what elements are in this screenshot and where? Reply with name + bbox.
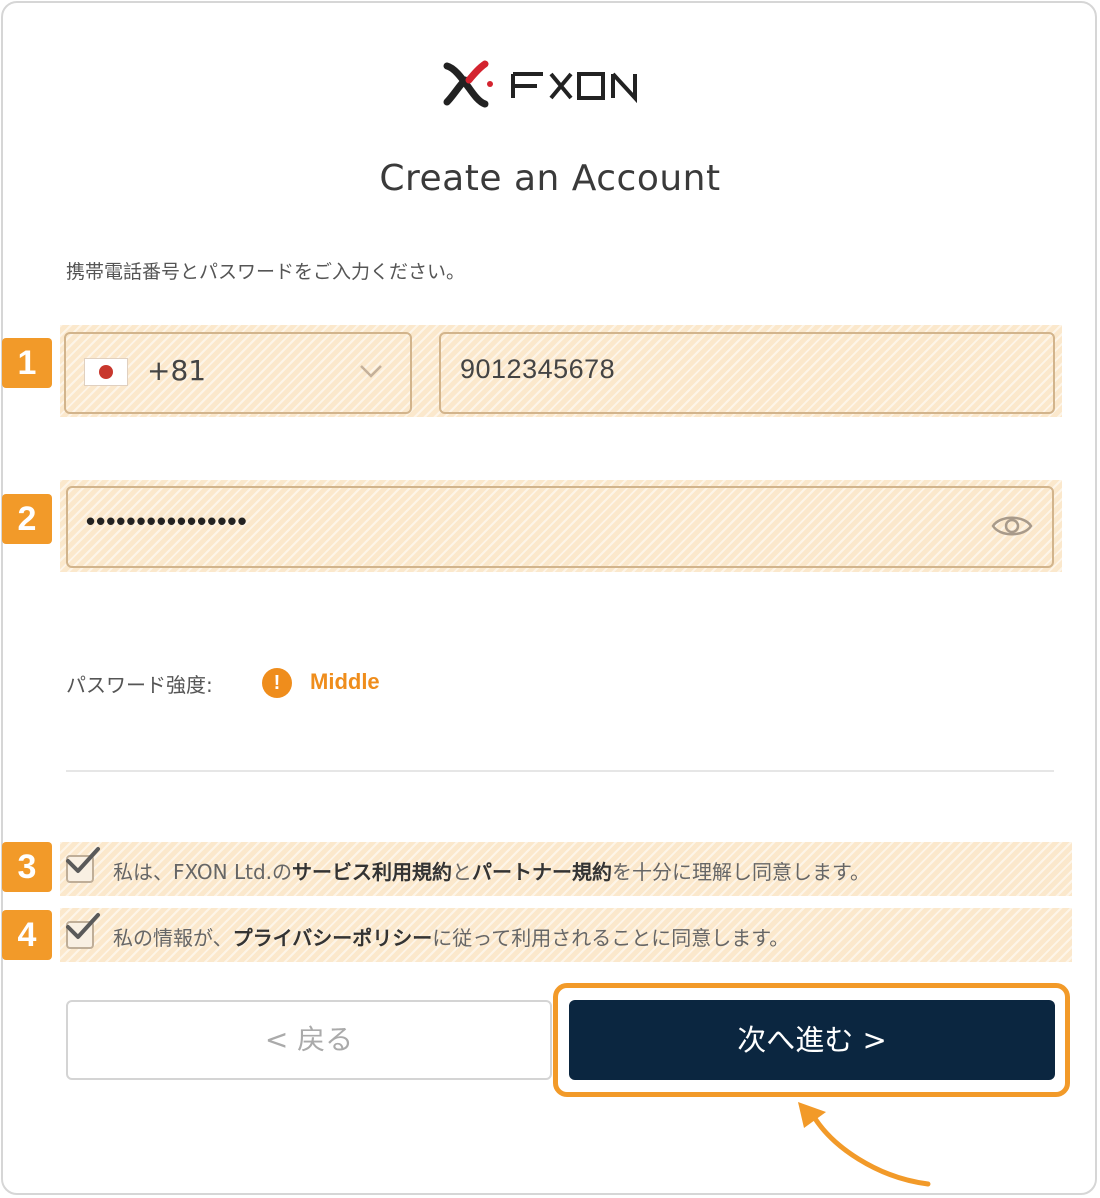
eye-icon[interactable] xyxy=(990,511,1034,541)
back-button[interactable]: < 戻る xyxy=(66,1000,552,1080)
next-button[interactable]: 次へ進む > xyxy=(569,1000,1055,1080)
warning-icon: ! xyxy=(262,668,292,698)
country-code-value: +81 xyxy=(147,354,207,387)
password-strength-value: Middle xyxy=(310,669,380,694)
privacy-policy-link[interactable]: プライバシーポリシー xyxy=(233,926,433,950)
checkmark-icon xyxy=(66,847,100,873)
checkmark-icon xyxy=(66,913,100,939)
partner-terms-link[interactable]: パートナー規約 xyxy=(472,860,612,884)
step-badge-1: 1 xyxy=(2,338,52,388)
terms-agreement-text: 私は、FXON Ltd.のサービス利用規約とパートナー規約を十分に理解し同意しま… xyxy=(113,860,871,884)
fxon-logo xyxy=(441,58,681,110)
step-badge-2: 2 xyxy=(2,494,52,544)
step-badge-3: 3 xyxy=(2,842,52,892)
divider xyxy=(66,770,1054,772)
agreement-privacy-row: 私の情報が、プライバシーポリシーに従って利用されることに同意します。 xyxy=(60,908,1072,962)
step-badge-4: 4 xyxy=(2,910,52,960)
page-title: Create an Account xyxy=(379,158,721,199)
phone-number-value: 9012345678 xyxy=(460,354,616,384)
japan-flag-icon xyxy=(84,358,128,386)
agreement-terms-row: 私は、FXON Ltd.のサービス利用規約とパートナー規約を十分に理解し同意しま… xyxy=(60,842,1072,896)
pointer-arrow-icon xyxy=(798,1102,931,1187)
privacy-agreement-text: 私の情報が、プライバシーポリシーに従って利用されることに同意します。 xyxy=(113,926,790,950)
terms-of-service-link[interactable]: サービス利用規約 xyxy=(292,860,452,884)
password-strength-label: パスワード強度: xyxy=(66,673,213,697)
chevron-down-icon[interactable] xyxy=(358,362,384,380)
password-value: •••••••••••••••• xyxy=(86,506,248,536)
instruction-text: 携帯電話番号とパスワードをご入力ください。 xyxy=(66,261,466,283)
